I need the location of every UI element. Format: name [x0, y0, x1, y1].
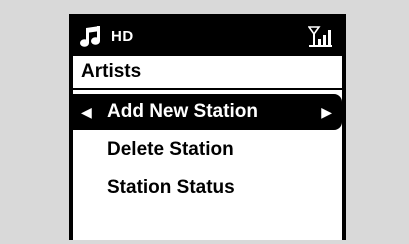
- menu-item-label: Station Status: [107, 177, 235, 198]
- signal-strength-icon: [308, 26, 332, 47]
- menu-list: ◀ Add New Station ▶ Delete Station Stati…: [73, 94, 342, 206]
- menu-item-delete-station[interactable]: Delete Station: [73, 132, 342, 168]
- menu-header: Artists: [73, 56, 342, 90]
- menu-item-label: Delete Station: [107, 139, 234, 160]
- menu-item-station-status[interactable]: Station Status: [73, 170, 342, 206]
- menu-item-add-new-station[interactable]: ◀ Add New Station ▶: [73, 94, 342, 130]
- music-note-icon: [80, 26, 100, 47]
- right-arrow-icon[interactable]: ▶: [321, 94, 332, 130]
- page-title: Artists: [81, 61, 142, 82]
- status-bar: HD: [73, 18, 342, 56]
- status-title: HD: [111, 28, 134, 45]
- device-screen: HD Artists ◀ Add New Station ▶ Delete St…: [69, 14, 346, 240]
- left-arrow-icon[interactable]: ◀: [81, 94, 92, 130]
- menu-item-label: Add New Station: [107, 101, 258, 122]
